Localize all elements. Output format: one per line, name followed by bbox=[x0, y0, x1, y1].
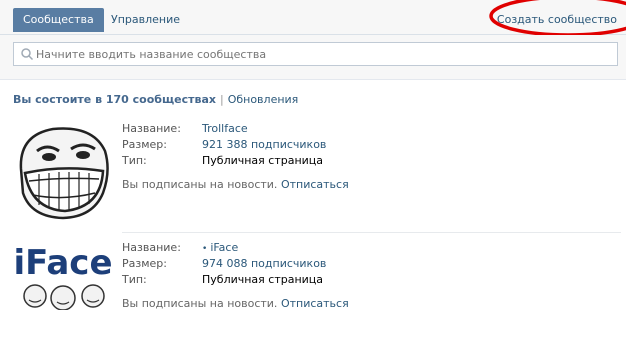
list-item: iFace Название: • iFace Размер: 974 088 под… bbox=[13, 240, 621, 340]
tab-bar: Сообщества Управление Создать сообщество bbox=[0, 0, 626, 37]
red-highlight-oval bbox=[489, 0, 626, 37]
avatar[interactable]: iFace bbox=[13, 240, 113, 340]
size-label: Размер: bbox=[122, 257, 167, 270]
subscribed-text: Вы подписаны на новости. bbox=[122, 297, 278, 310]
size-label: Размер: bbox=[122, 138, 167, 151]
list-item: Название: Trollface Размер: 921 388 подпис… bbox=[13, 121, 621, 226]
summary-count: 170 сообществах bbox=[105, 93, 216, 106]
group-type: Публичная страница bbox=[202, 273, 324, 286]
summary-prefix: Вы состоите в bbox=[13, 93, 106, 106]
group-name-link[interactable]: iFace bbox=[210, 241, 238, 254]
group-name-link[interactable]: Trollface bbox=[202, 122, 248, 135]
name-label: Название: bbox=[122, 122, 181, 135]
avatar[interactable] bbox=[13, 121, 113, 221]
divider bbox=[122, 232, 621, 233]
iface-logo-text: iFace bbox=[13, 243, 112, 283]
type-label: Тип: bbox=[122, 273, 147, 286]
communities-summary: Вы состоите в 170 сообществах | Обновления bbox=[13, 93, 298, 106]
updates-link[interactable]: Обновления bbox=[228, 93, 299, 106]
group-type: Публичная страница bbox=[202, 154, 324, 167]
group-info: Название: • iFace Размер: 974 088 подписчик… bbox=[122, 240, 349, 312]
trollface-image bbox=[13, 121, 113, 221]
subscribers-link[interactable]: 921 388 подписчиков bbox=[202, 138, 326, 151]
search-bar bbox=[0, 35, 626, 80]
iface-image: iFace bbox=[13, 240, 113, 311]
search-icon bbox=[21, 48, 34, 61]
tab-management[interactable]: Управление bbox=[101, 8, 190, 32]
subscribed-text: Вы подписаны на новости. bbox=[122, 178, 278, 191]
subscribers-link[interactable]: 974 088 подписчиков bbox=[202, 257, 326, 270]
summary-separator: | bbox=[219, 93, 224, 106]
bullet-icon: • bbox=[202, 244, 208, 254]
tab-communities[interactable]: Сообщества bbox=[13, 8, 104, 32]
unsubscribe-link[interactable]: Отписаться bbox=[281, 178, 349, 191]
type-label: Тип: bbox=[122, 154, 147, 167]
group-info: Название: Trollface Размер: 921 388 подпис… bbox=[122, 121, 349, 193]
search-input[interactable] bbox=[13, 42, 618, 66]
unsubscribe-link[interactable]: Отписаться bbox=[281, 297, 349, 310]
name-label: Название: bbox=[122, 241, 181, 254]
